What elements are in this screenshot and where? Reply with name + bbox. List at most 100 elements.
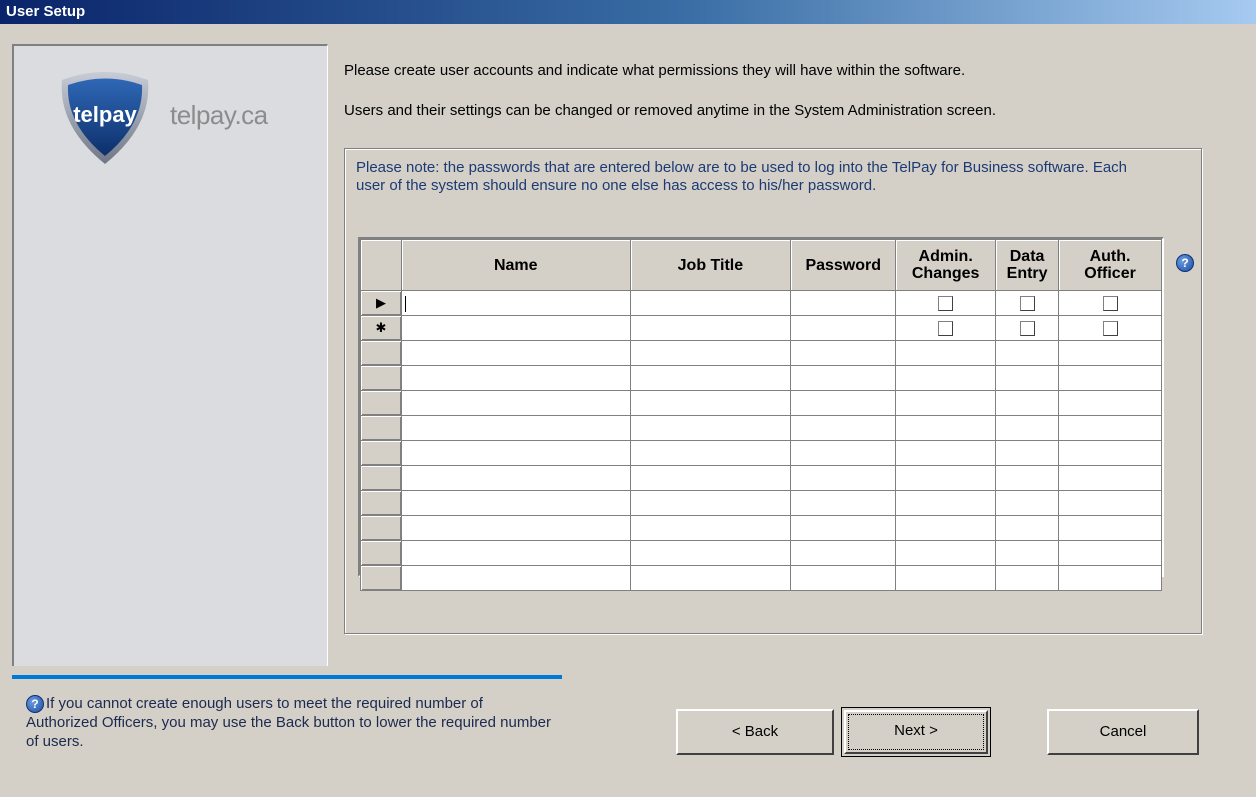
divider-line: [12, 675, 562, 679]
admin-changes-cell: [895, 290, 997, 316]
empty-cell: [629, 565, 792, 591]
data-entry-header-line1: Data: [1009, 248, 1045, 265]
empty-cell: [790, 365, 897, 391]
column-header-job-title[interactable]: Job Title: [629, 239, 792, 291]
help-info-icon: ?: [26, 695, 44, 713]
next-button[interactable]: Next >: [841, 707, 991, 757]
row-selector[interactable]: [360, 340, 402, 366]
row-selector[interactable]: [360, 565, 402, 591]
column-header-admin-changes[interactable]: Admin. Changes: [895, 239, 997, 291]
column-header-password[interactable]: Password: [790, 239, 897, 291]
telpay-logo-icon: telpay: [52, 66, 158, 170]
empty-cell: [400, 490, 631, 516]
row-selector[interactable]: [360, 540, 402, 566]
empty-cell: [790, 415, 897, 441]
empty-cell: [1058, 415, 1162, 441]
auth-officer-cell: [1058, 290, 1162, 316]
auth-officer-header-line1: Auth.: [1089, 248, 1131, 265]
auth-officer-header-line2: Officer: [1084, 265, 1136, 282]
row-selector[interactable]: [360, 415, 402, 441]
help-message: If you cannot create enough users to mee…: [26, 695, 551, 750]
cancel-button[interactable]: Cancel: [1047, 709, 1199, 755]
table-row-current[interactable]: ▶: [360, 290, 1162, 316]
empty-cell: [995, 565, 1060, 591]
empty-cell: [1058, 390, 1162, 416]
column-header-name[interactable]: Name: [400, 239, 631, 291]
job-title-cell[interactable]: [629, 290, 792, 316]
logo-domain: telpay.ca: [170, 100, 268, 130]
empty-cell: [995, 415, 1060, 441]
empty-cell: [790, 440, 897, 466]
empty-cell: [895, 540, 997, 566]
auth-officer-checkbox[interactable]: [1102, 296, 1118, 312]
empty-cell: [895, 440, 997, 466]
table-row-empty: [360, 565, 1162, 591]
empty-cell: [1058, 515, 1162, 541]
empty-cell: [790, 540, 897, 566]
empty-cell: [629, 515, 792, 541]
empty-cell: [895, 390, 997, 416]
row-selector[interactable]: [360, 365, 402, 391]
grid-help-icon[interactable]: ?: [1176, 254, 1194, 272]
auth-officer-checkbox[interactable]: [1102, 321, 1118, 337]
admin-changes-checkbox[interactable]: [938, 296, 954, 312]
name-cell[interactable]: [400, 290, 631, 316]
row-selector[interactable]: [360, 390, 402, 416]
admin-changes-checkbox[interactable]: [938, 321, 954, 337]
empty-cell: [1058, 465, 1162, 491]
empty-cell: [629, 365, 792, 391]
empty-cell: [1058, 340, 1162, 366]
empty-cell: [995, 490, 1060, 516]
table-row-empty: [360, 340, 1162, 366]
table-row-empty: [360, 415, 1162, 441]
empty-cell: [400, 340, 631, 366]
empty-cell: [400, 365, 631, 391]
intro-text-2: Users and their settings can be changed …: [344, 102, 996, 119]
empty-cell: [790, 490, 897, 516]
row-selector[interactable]: [360, 490, 402, 516]
empty-cell: [629, 490, 792, 516]
user-grid[interactable]: Name Job Title Password Admin. Changes Da…: [358, 237, 1164, 591]
data-entry-checkbox[interactable]: [1019, 321, 1035, 337]
auth-officer-cell: [1058, 315, 1162, 341]
table-row-empty: [360, 365, 1162, 391]
password-cell[interactable]: [790, 290, 897, 316]
empty-cell: [895, 340, 997, 366]
empty-cell: [790, 565, 897, 591]
empty-cell: [1058, 365, 1162, 391]
table-row-empty: [360, 490, 1162, 516]
back-button[interactable]: < Back: [676, 709, 834, 755]
user-table: Name Job Title Password Admin. Changes Da…: [360, 239, 1162, 591]
table-row-new[interactable]: ✱: [360, 315, 1162, 341]
window-title: User Setup: [0, 0, 1256, 24]
empty-cell: [1058, 490, 1162, 516]
text-caret: [404, 295, 406, 312]
data-entry-checkbox[interactable]: [1019, 296, 1035, 312]
empty-cell: [895, 565, 997, 591]
table-row-empty: [360, 390, 1162, 416]
empty-cell: [895, 365, 997, 391]
name-cell[interactable]: [400, 315, 631, 341]
admin-header-line1: Admin.: [918, 248, 973, 265]
admin-header-line2: Changes: [911, 265, 980, 282]
empty-cell: [995, 540, 1060, 566]
password-note: Please note: the passwords that are ente…: [356, 159, 1128, 194]
password-cell[interactable]: [790, 315, 897, 341]
focus-rectangle: [848, 714, 984, 750]
job-title-cell[interactable]: [629, 315, 792, 341]
empty-cell: [1058, 440, 1162, 466]
row-selector[interactable]: [360, 465, 402, 491]
empty-cell: [995, 340, 1060, 366]
row-selector[interactable]: [360, 440, 402, 466]
row-selector-new-icon[interactable]: ✱: [360, 315, 402, 341]
column-header-auth-officer[interactable]: Auth. Officer: [1058, 239, 1162, 291]
empty-cell: [629, 440, 792, 466]
row-selector[interactable]: [360, 515, 402, 541]
column-header-data-entry[interactable]: Data Entry: [995, 239, 1060, 291]
row-selector-current-icon[interactable]: ▶: [360, 290, 402, 316]
empty-cell: [629, 390, 792, 416]
empty-cell: [1058, 565, 1162, 591]
empty-cell: [995, 365, 1060, 391]
empty-cell: [895, 465, 997, 491]
empty-cell: [400, 390, 631, 416]
